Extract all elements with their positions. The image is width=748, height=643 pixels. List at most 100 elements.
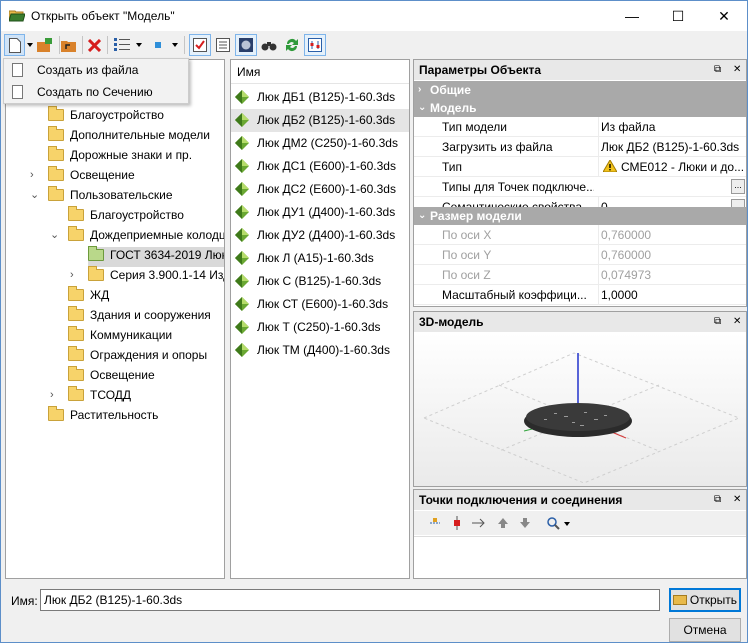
small-view-dropdown-arrow[interactable] <box>172 43 178 47</box>
tree-item[interactable]: Растительность <box>6 405 224 425</box>
tree-item[interactable]: ⌄ Пользовательские <box>6 185 224 205</box>
refresh-button[interactable] <box>281 34 303 56</box>
menu-item-create-by-section[interactable]: Создать по Сечению <box>4 81 188 103</box>
chevron-right-icon[interactable]: › <box>70 265 74 285</box>
name-input[interactable] <box>40 589 660 611</box>
property-row[interactable]: Тип модели Из файла <box>414 117 746 137</box>
tree-item[interactable]: Дорожные знаки и пр. <box>6 145 224 165</box>
chevron-down-icon[interactable]: ⌄ <box>50 225 59 245</box>
tree-item[interactable]: › Освещение <box>6 165 224 185</box>
list-item[interactable]: Люк ДС2 (Е600)-1-60.3ds <box>231 178 409 201</box>
category-model[interactable]: ⌄ Модель <box>414 99 746 117</box>
list-item[interactable]: Люк ДБ2 (В125)-1-60.3ds <box>231 109 409 132</box>
delete-button[interactable] <box>83 34 105 56</box>
tree-item[interactable]: Благоустройство <box>6 105 224 125</box>
model-3d-viewport[interactable] <box>414 333 746 486</box>
list-item[interactable]: Люк ДУ2 (Д400)-1-60.3ds <box>231 224 409 247</box>
small-view-button[interactable] <box>147 34 169 56</box>
menu-item-create-from-file[interactable]: Создать из файла <box>4 59 188 81</box>
file-list[interactable]: Имя Люк ДБ1 (В125)-1-60.3ds Люк ДБ2 (В125… <box>230 59 410 579</box>
arrow-up-icon[interactable] <box>496 516 510 530</box>
folder-icon <box>48 186 64 201</box>
open-folder-button[interactable] <box>34 34 56 56</box>
property-row[interactable]: Загрузить из файла Люк ДБ2 (В125)-1-60.3d… <box>414 137 746 157</box>
close-icon[interactable]: ✕ <box>733 494 741 505</box>
new-object-dropdown-arrow[interactable] <box>27 43 33 47</box>
cancel-button[interactable]: Отмена <box>669 618 741 642</box>
view-mode-button[interactable] <box>111 34 133 56</box>
settings-toggle-button[interactable] <box>304 34 326 56</box>
tree-item[interactable]: Дополнительные модели <box>6 125 224 145</box>
list-item[interactable]: Люк ТМ (Д400)-1-60.3ds <box>231 339 409 362</box>
tree-item[interactable]: ЖД <box>6 285 224 305</box>
toolbar-separator <box>107 36 108 54</box>
zoom-dropdown-arrow[interactable] <box>564 522 570 526</box>
tree-item[interactable]: ГОСТ 3634-2019 Люки <box>6 245 224 265</box>
close-button[interactable]: ✕ <box>701 1 747 31</box>
connection-points-list[interactable] <box>414 536 746 578</box>
chevron-right-icon[interactable]: › <box>50 385 54 405</box>
find-button[interactable] <box>258 34 280 56</box>
tree-item[interactable]: Здания и сооружения <box>6 305 224 325</box>
property-name: Типы для Точек подключе... <box>442 180 594 194</box>
tree-item[interactable]: › Серия 3.900.1-14 Изделия <box>6 265 224 285</box>
list-item[interactable]: Люк ДМ2 (С250)-1-60.3ds <box>231 132 409 155</box>
tree-item[interactable]: Коммуникации <box>6 325 224 345</box>
list-item[interactable]: Люк СТ (Е600)-1-60.3ds <box>231 293 409 316</box>
category-general[interactable]: › Общие <box>414 81 746 99</box>
chevron-down-icon[interactable]: ⌄ <box>30 185 39 205</box>
close-icon[interactable]: ✕ <box>733 64 741 75</box>
list-item[interactable]: Люк ДУ1 (Д400)-1-60.3ds <box>231 201 409 224</box>
folder-up-button[interactable] <box>58 34 80 56</box>
tree-item[interactable]: Освещение <box>6 365 224 385</box>
zoom-icon[interactable] <box>546 516 560 530</box>
tree-item[interactable]: ⌄ Дождеприемные колодцы <box>6 225 224 245</box>
check-toggle-button[interactable] <box>189 34 211 56</box>
property-value[interactable]: 1,0000 <box>598 285 746 305</box>
list-item[interactable]: Люк ДБ1 (В125)-1-60.3ds <box>231 86 409 109</box>
chevron-right-icon[interactable]: › <box>30 165 34 185</box>
preview-toggle-button[interactable] <box>235 34 257 56</box>
ellipsis-button[interactable]: ... <box>731 179 745 194</box>
pin-icon[interactable]: ⧉ <box>714 316 721 327</box>
warning-icon <box>602 159 618 173</box>
tree-item[interactable]: Ограждения и опоры <box>6 345 224 365</box>
list-column-header-name[interactable]: Имя <box>231 60 409 84</box>
maximize-button[interactable]: ☐ <box>655 1 701 31</box>
model-file-icon <box>235 297 249 311</box>
list-item[interactable]: Люк Л (А15)-1-60.3ds <box>231 247 409 270</box>
new-object-button[interactable] <box>4 34 25 56</box>
open-button[interactable]: Открыть <box>669 588 741 612</box>
property-row[interactable]: Типы для Точек подключе...... <box>414 177 746 197</box>
property-row[interactable]: Тип СМЕ012 - Люки и до... <box>414 157 746 177</box>
tree-item-label: Коммуникации <box>90 328 173 342</box>
list-item[interactable]: Люк Т (С250)-1-60.3ds <box>231 316 409 339</box>
arrow-down-icon[interactable] <box>518 516 532 530</box>
category-size[interactable]: ⌄ Размер модели <box>414 207 746 225</box>
pin-icon[interactable]: ⧉ <box>714 64 721 75</box>
connect-arrow-icon[interactable] <box>472 516 486 530</box>
minimize-button[interactable]: — <box>609 1 655 31</box>
folder-icon <box>68 366 84 381</box>
connection-marker-icon[interactable] <box>450 516 464 530</box>
tree-item-label: Освещение <box>90 368 155 382</box>
pin-icon[interactable]: ⧉ <box>714 494 721 505</box>
close-icon[interactable]: ✕ <box>733 316 741 327</box>
tree-item[interactable]: › ТСОДД <box>6 385 224 405</box>
list-item[interactable]: Люк С (В125)-1-60.3ds <box>231 270 409 293</box>
property-value[interactable]: Из файла <box>598 117 746 137</box>
view-mode-dropdown-arrow[interactable] <box>136 43 142 47</box>
tree-item[interactable]: Благоустройство <box>6 205 224 225</box>
list-item-label: Люк ДМ2 (С250)-1-60.3ds <box>257 136 398 150</box>
property-value[interactable]: СМЕ012 - Люки и до... <box>598 157 746 177</box>
text-view-button[interactable] <box>212 34 234 56</box>
tree-item-label: Ограждения и опоры <box>90 348 208 362</box>
folder-tree[interactable]: Благоустройство Дополнительные модели Доро… <box>5 59 225 579</box>
list-item[interactable]: Люк ДС1 (Е600)-1-60.3ds <box>231 155 409 178</box>
tree-item-label: Здания и сооружения <box>90 308 211 322</box>
model-file-icon <box>235 228 249 242</box>
property-row[interactable]: Масштабный коэффици... 1,0000 <box>414 285 746 305</box>
property-value[interactable]: Люк ДБ2 (В125)-1-60.3ds <box>598 137 746 157</box>
add-connection-point-icon[interactable] <box>428 516 442 530</box>
tree-item-label: Пользовательские <box>70 188 173 202</box>
